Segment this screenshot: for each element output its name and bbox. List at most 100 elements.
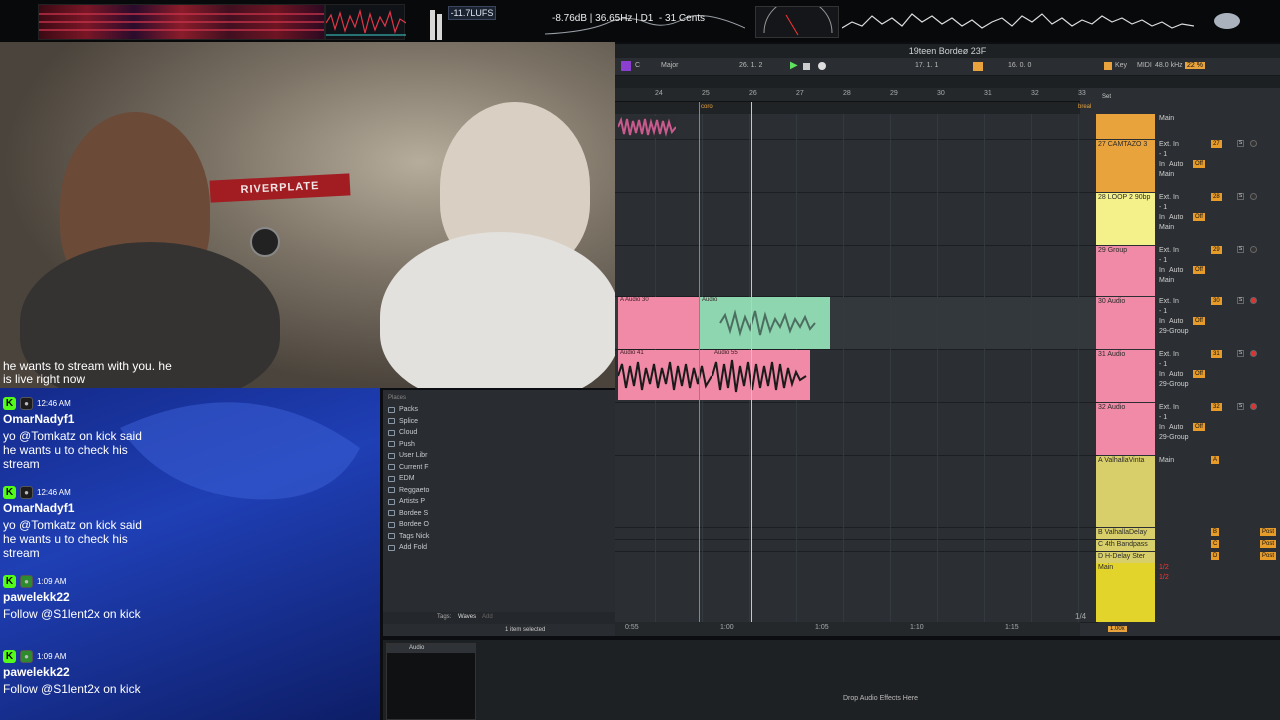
browser-item[interactable]: Tags Nick	[388, 533, 429, 540]
track-lane[interactable]	[615, 540, 1098, 552]
track-lane[interactable]	[615, 456, 1098, 528]
monitor-off[interactable]: Off	[1193, 213, 1205, 221]
track-header[interactable]: A ValhallaVinta	[1096, 456, 1155, 527]
browser-item[interactable]: Cloud	[388, 429, 417, 436]
track-header[interactable]: 31 Audio	[1096, 350, 1155, 402]
monitor-off[interactable]: Off	[1193, 423, 1205, 431]
track-header[interactable]: C 4th Bandpass	[1096, 540, 1155, 551]
input-type[interactable]: Ext. In	[1159, 140, 1179, 150]
grid-fraction[interactable]: 1/4	[1075, 612, 1086, 621]
key-map-icon[interactable]	[1104, 62, 1112, 70]
browser-item[interactable]: Bordee O	[388, 521, 429, 528]
monitor-auto[interactable]: Auto	[1169, 317, 1183, 327]
post-button[interactable]: Post	[1260, 528, 1277, 536]
track-name[interactable]: 32 Audio	[1096, 403, 1155, 412]
track-lane[interactable]	[615, 528, 1098, 540]
tag-add[interactable]: Add	[482, 614, 493, 620]
midi-icon[interactable]	[621, 61, 631, 71]
track-name[interactable]: 28 LOOP 2 90bp	[1096, 193, 1155, 202]
track-name[interactable]: 30 Audio	[1096, 297, 1155, 306]
browser-item[interactable]: Splice	[388, 418, 418, 425]
track-number[interactable]: 32	[1211, 403, 1222, 411]
output-routing[interactable]: Main	[1159, 456, 1174, 466]
song-position[interactable]: 26. 1. 2	[739, 62, 762, 69]
chat-username[interactable]: OmarNadyf1	[3, 501, 143, 515]
output-routing[interactable]: 29-Group	[1159, 327, 1189, 337]
track-number[interactable]: C	[1211, 540, 1220, 548]
browser-item[interactable]: EDM	[388, 475, 415, 482]
chat-username[interactable]: OmarNadyf1	[3, 412, 143, 426]
track-lane[interactable]	[615, 193, 1098, 246]
browser-item[interactable]: User Libr	[388, 452, 427, 459]
browser-item[interactable]: Push	[388, 441, 415, 448]
arm-button[interactable]	[1250, 140, 1257, 147]
monitor-auto[interactable]: Auto	[1169, 160, 1183, 170]
monitor-in[interactable]: In	[1159, 317, 1165, 327]
tag-waves[interactable]: Waves	[458, 614, 476, 620]
output-routing[interactable]: Main	[1159, 223, 1174, 233]
clip-audio-30[interactable]: A Audio 30	[618, 297, 700, 349]
track-lane[interactable]	[615, 140, 1098, 193]
arm-button[interactable]	[1250, 246, 1257, 253]
overview-bar[interactable]	[615, 76, 1280, 88]
browser-item[interactable]: Artists P	[388, 498, 425, 505]
midi-label[interactable]: MIDI	[1137, 62, 1152, 69]
solo-button[interactable]: S	[1237, 350, 1244, 357]
main-output[interactable]: 1/2	[1159, 563, 1169, 573]
time-ruler[interactable]: 0:55 1:00 1:05 1:10 1:15	[615, 622, 1080, 636]
monitor-off[interactable]: Off	[1193, 266, 1205, 274]
monitor-auto[interactable]: Auto	[1169, 370, 1183, 380]
arm-button[interactable]	[1250, 350, 1257, 357]
track-number[interactable]: 31	[1211, 350, 1222, 358]
clip-audio-green[interactable]: Audio	[700, 297, 830, 349]
arm-button[interactable]	[1250, 193, 1257, 200]
track-header[interactable]: 32 Audio	[1096, 403, 1155, 455]
clip-waveform-top[interactable]	[618, 116, 676, 138]
post-button[interactable]: Post	[1260, 540, 1277, 548]
main-output-2[interactable]: 1/2	[1159, 573, 1169, 583]
track-name[interactable]: B ValhallaDelay	[1096, 528, 1155, 537]
browser-item[interactable]: Packs	[388, 406, 418, 413]
output-routing[interactable]: 29-Group	[1159, 433, 1189, 443]
marker-break[interactable]: breal	[1078, 104, 1091, 110]
clip-audio-41[interactable]: Audio 41	[618, 350, 712, 400]
track-header[interactable]: D H-Delay Ster	[1096, 552, 1155, 563]
track-name[interactable]	[1096, 114, 1155, 116]
clip-audio-55[interactable]: Audio 55	[712, 350, 810, 400]
audio-device[interactable]: Audio	[386, 643, 476, 720]
play-icon[interactable]: ▶	[790, 60, 798, 71]
monitor-off[interactable]: Off	[1193, 370, 1205, 378]
input-type[interactable]: Ext. In	[1159, 350, 1179, 360]
input-type[interactable]: Ext. In	[1159, 403, 1179, 413]
track-lane[interactable]	[615, 114, 1098, 140]
solo-button[interactable]: S	[1237, 140, 1244, 147]
track-name[interactable]: C 4th Bandpass	[1096, 540, 1155, 549]
scale-select[interactable]: Major	[661, 62, 679, 69]
track-number[interactable]: A	[1211, 456, 1220, 464]
input-type[interactable]: Ext. In	[1159, 193, 1179, 203]
key-label[interactable]: Key	[1115, 62, 1127, 69]
track-header[interactable]: 28 LOOP 2 90bp	[1096, 193, 1155, 245]
track-name[interactable]: 27 CAMTAZO 3	[1096, 140, 1155, 149]
browser-item[interactable]: Bordee S	[388, 510, 428, 517]
drop-zone[interactable]: Drop Audio Effects Here	[843, 695, 918, 702]
monitor-in[interactable]: In	[1159, 160, 1165, 170]
monitor-in[interactable]: In	[1159, 370, 1165, 380]
monitor-in[interactable]: In	[1159, 423, 1165, 433]
monitor-in[interactable]: In	[1159, 213, 1165, 223]
set-button[interactable]: Set	[1102, 94, 1111, 100]
key-select[interactable]: C	[635, 62, 640, 69]
locator-bar[interactable]: coro breal	[615, 102, 1091, 114]
output-routing[interactable]: 29-Group	[1159, 380, 1189, 390]
track-name[interactable]: Main	[1096, 563, 1155, 572]
solo-button[interactable]: S	[1237, 246, 1244, 253]
track-number[interactable]: 30	[1211, 297, 1222, 305]
track-number[interactable]: B	[1211, 528, 1220, 536]
solo-button[interactable]: S	[1237, 193, 1244, 200]
monitor-auto[interactable]: Auto	[1169, 266, 1183, 276]
browser-item[interactable]: Add Fold	[388, 544, 427, 551]
output-routing[interactable]: Main	[1159, 114, 1174, 124]
post-button[interactable]: Post	[1260, 552, 1277, 560]
track-name[interactable]: A ValhallaVinta	[1096, 456, 1155, 465]
stop-icon[interactable]	[803, 63, 810, 70]
